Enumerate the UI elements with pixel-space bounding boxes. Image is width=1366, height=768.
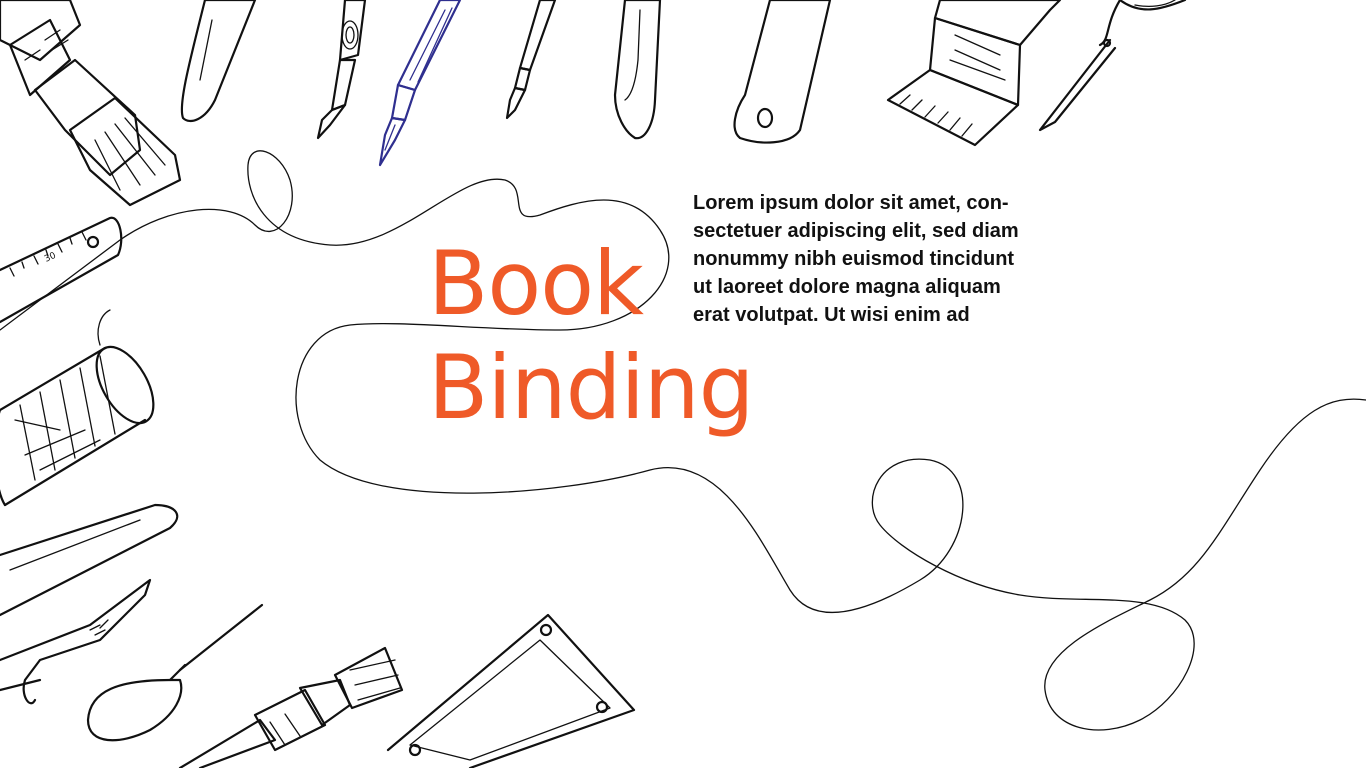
pliers-icon: [0, 578, 152, 705]
glue-brush-icon: [178, 646, 404, 768]
bone-folder-icon: [180, 0, 257, 123]
body-line-2: sectetuer adipiscing elit, sed diam: [693, 220, 1019, 242]
thread-spool-icon: [0, 309, 155, 507]
slide: 30 Book Binding Lorem ipsum dolor sit am…: [0, 0, 1366, 768]
fine-brush-icon: [505, 0, 557, 120]
bone-folder-icon: [0, 503, 179, 617]
wide-brush-icon: [886, 0, 1062, 147]
book-press-frame-icon: [386, 613, 636, 768]
title-line-2: Binding: [428, 336, 755, 439]
body-line-5: erat volutpat. Ut wisi enim ad: [693, 304, 970, 326]
body-line-4: ut laoreet dolore magna aliquam: [693, 276, 1001, 298]
body-line-3: nonummy nibh euismod tincidunt: [693, 248, 1015, 270]
ruler-label: 30: [43, 251, 58, 265]
body-line-1: Lorem ipsum dolor sit amet, con-: [693, 192, 1009, 214]
spatula-icon: [613, 0, 662, 140]
palette-knife-icon: [733, 0, 832, 144]
ruler-icon: [0, 216, 123, 324]
body-paragraph: Lorem ipsum dolor sit amet, con- sectetu…: [693, 189, 1053, 329]
paint-brush-icon: [0, 0, 182, 207]
scissors-icon: [1038, 0, 1187, 132]
scalpel-icon: [316, 0, 367, 140]
dip-pen-icon: [378, 0, 462, 167]
